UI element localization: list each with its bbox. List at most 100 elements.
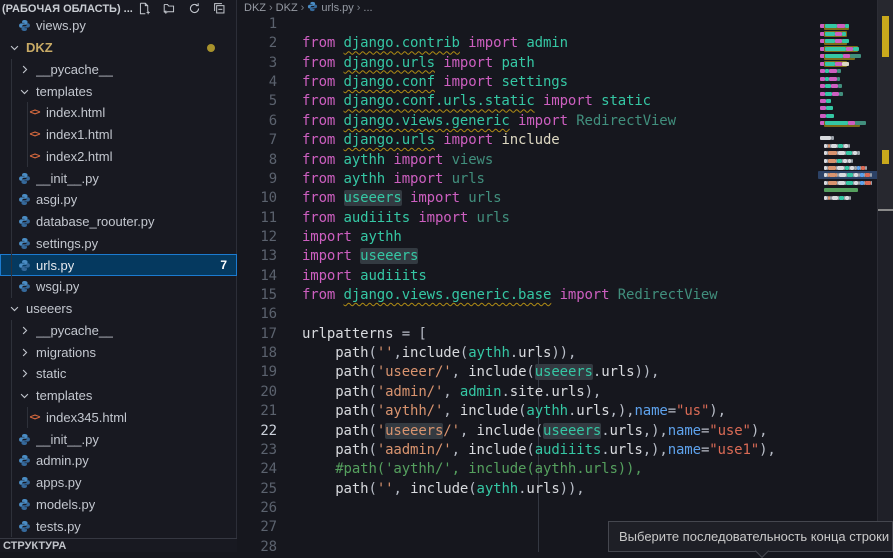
line-number: 14 (238, 267, 277, 286)
folder-row-static[interactable]: static (0, 363, 237, 385)
file-row-asgi.py[interactable]: asgi.py (0, 189, 237, 211)
code-token: 'aadmin/' (377, 442, 452, 458)
minimap-line (820, 77, 825, 81)
folder-row-useeers[interactable]: useeers (0, 298, 237, 320)
code-line[interactable]: 13import useeers (238, 247, 818, 266)
file-label: DKZ (26, 40, 53, 55)
code-line[interactable]: 23 path('aadmin/', include(audiiits.urls… (238, 441, 818, 460)
chevron-right-icon (16, 368, 33, 379)
file-row-index345.html[interactable]: <>index345.html (0, 407, 237, 429)
file-row-index1.html[interactable]: <>index1.html (0, 124, 237, 146)
code-line[interactable]: 10from useeers import urls (238, 189, 818, 208)
new-file-icon (138, 2, 151, 15)
code-line[interactable]: 7from django.urls import include (238, 131, 818, 150)
breadcrumb-label: DKZ (276, 2, 298, 14)
file-row-models.py[interactable]: models.py (0, 494, 237, 516)
folder-row-__pycache__[interactable]: __pycache__ (0, 320, 237, 342)
code-line[interactable]: 16 (238, 305, 818, 324)
code-line[interactable]: 12import aythh (238, 228, 818, 247)
breadcrumb-item[interactable]: urls.py (307, 1, 353, 15)
minimap-line (871, 181, 873, 185)
code-line[interactable]: 6from django.views.generic import Redire… (238, 112, 818, 131)
code-token: django.views.generic.base (344, 287, 552, 303)
file-row-__init__.py[interactable]: __init__.py (0, 428, 237, 450)
file-row-apps.py[interactable]: apps.py (0, 472, 237, 494)
code-line[interactable]: 24 #path('aythh/', include(aythh.urls)), (238, 460, 818, 479)
code-line[interactable]: 15from django.views.generic.base import … (238, 286, 818, 305)
code-line[interactable]: 1 (238, 15, 818, 34)
file-row-settings.py[interactable]: settings.py (0, 233, 237, 255)
python-icon (16, 454, 33, 467)
scrollbar-overview-ruler[interactable] (877, 0, 893, 552)
code-token: views (452, 152, 494, 168)
code-line[interactable]: 14import audiiits (238, 267, 818, 286)
code-token: , (443, 403, 460, 419)
code-line[interactable]: 18 path('',include(aythh.urls)), (238, 344, 818, 363)
code-line[interactable]: 20 path('admin/', admin.site.urls), (238, 383, 818, 402)
python-icon (16, 520, 33, 533)
code-line[interactable]: 4from django.conf import settings (238, 73, 818, 92)
outline-section-header[interactable]: СТРУКТУРА (0, 538, 237, 552)
minimap-line (848, 121, 855, 125)
code-token: , (443, 384, 460, 400)
breadcrumb-item[interactable]: ... (363, 2, 372, 14)
new-folder-icon (163, 2, 176, 15)
code-line[interactable]: 8from aythh import views (238, 151, 818, 170)
python-icon (16, 259, 33, 272)
editor-pane: DKZ›DKZ›urls.py›... 12from django.contri… (238, 0, 893, 552)
minimap-line (850, 54, 861, 58)
minimap-line (838, 84, 842, 88)
code-line[interactable]: 26 (238, 499, 818, 518)
minimap-line (826, 99, 831, 103)
code-token: 'aythh/' (377, 403, 443, 419)
code-line[interactable]: 21 path('aythh/', include(aythh.urls,),n… (238, 402, 818, 421)
line-number: 2 (238, 34, 277, 53)
code-token: from (302, 152, 344, 168)
python-icon (16, 433, 33, 446)
file-row-wsgi.py[interactable]: wsgi.py (0, 276, 237, 298)
code-line[interactable]: 17urlpatterns = [ (238, 325, 818, 344)
line-content: from django.views.generic.base import Re… (277, 286, 717, 305)
tree-indent-guide (27, 407, 28, 429)
code-token: ( (369, 345, 377, 361)
breadcrumb-item[interactable]: DKZ (244, 2, 266, 14)
minimap[interactable] (818, 0, 882, 552)
code-line[interactable]: 2from django.contrib import admin (238, 34, 818, 53)
file-row-admin.py[interactable]: admin.py (0, 450, 237, 472)
folder-row-__pycache__[interactable]: __pycache__ (0, 59, 237, 81)
ruler-mark (882, 16, 889, 57)
file-row-urls.py[interactable]: urls.py7 (0, 254, 237, 276)
file-row-database_roouter.py[interactable]: database_roouter.py (0, 211, 237, 233)
code-token: ( (535, 423, 543, 439)
chevron-down-icon (16, 390, 33, 401)
line-number: 3 (238, 54, 277, 73)
code-token: import (385, 152, 451, 168)
file-row-__init__.py[interactable]: __init__.py (0, 167, 237, 189)
folder-row-DKZ[interactable]: DKZ (0, 37, 237, 59)
file-row-views.py[interactable]: views.py (0, 15, 237, 37)
code-line[interactable]: 19 path('useeer/', include(useeers.urls)… (238, 363, 818, 382)
code-line[interactable]: 11from audiiits import urls (238, 209, 818, 228)
code-line[interactable]: 3from django.urls import path (238, 54, 818, 73)
file-row-tests.py[interactable]: tests.py (0, 515, 237, 537)
code-token: = (668, 403, 676, 419)
chevron-down-icon (6, 303, 23, 314)
folder-row-migrations[interactable]: migrations (0, 341, 237, 363)
breadcrumb-item[interactable]: DKZ (276, 2, 298, 14)
code-line[interactable]: 9from aythh import urls (238, 170, 818, 189)
file-row-index.html[interactable]: <>index.html (0, 102, 237, 124)
code-line[interactable]: 25 path('', include(aythh.urls)), (238, 480, 818, 499)
code-line[interactable]: 5from django.conf.urls.static import sta… (238, 92, 818, 111)
file-row-index2.html[interactable]: <>index2.html (0, 146, 237, 168)
python-icon (16, 172, 33, 185)
code-token: import (460, 35, 526, 51)
code-lines[interactable]: 12from django.contrib import admin3from … (238, 15, 818, 557)
folder-row-templates[interactable]: templates (0, 80, 237, 102)
code-token: urls (468, 190, 501, 206)
line-content: path('useeer/', include(useeers.urls)), (277, 363, 659, 382)
code-token: urls (610, 423, 643, 439)
code-token: path (335, 403, 368, 419)
folder-row-templates[interactable]: templates (0, 385, 237, 407)
code-line[interactable]: 22 path('useeers/', include(useeers.urls… (238, 422, 818, 441)
code-token: from (302, 35, 344, 51)
